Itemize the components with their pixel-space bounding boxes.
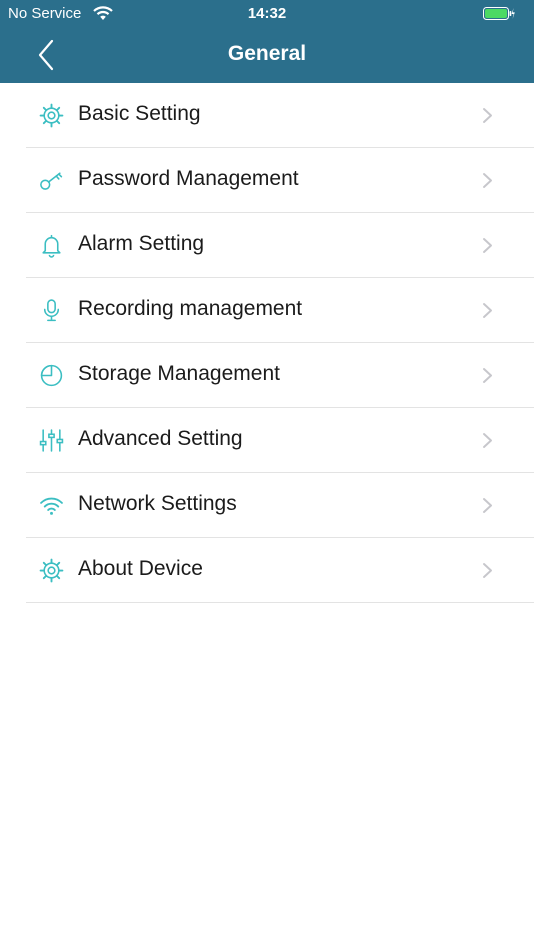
chevron-right-icon <box>483 303 492 318</box>
battery-icon <box>483 7 515 20</box>
menu-item-label: About Device <box>78 557 203 580</box>
menu-item-password-management[interactable]: Password Management <box>26 148 534 213</box>
bell-icon <box>42 234 61 258</box>
status-bar: No Service 14:32 <box>0 0 534 28</box>
chevron-right-icon <box>483 498 492 513</box>
menu-item-basic-setting[interactable]: Basic Setting <box>26 83 534 148</box>
menu-item-storage-management[interactable]: Storage Management <box>26 343 534 408</box>
pie-chart-icon <box>40 364 63 387</box>
clock: 14:32 <box>247 5 287 22</box>
chevron-right-icon <box>483 173 492 188</box>
menu-item-alarm-setting[interactable]: Alarm Setting <box>26 213 534 278</box>
menu-item-label: Basic Setting <box>78 102 201 125</box>
menu-item-label: Password Management <box>78 167 299 190</box>
menu-item-label: Recording management <box>78 297 303 320</box>
menu-item-label: Storage Management <box>78 362 280 385</box>
gear-icon <box>39 558 64 583</box>
menu-item-recording-management[interactable]: Recording management <box>26 278 534 343</box>
wifi-icon <box>40 497 63 515</box>
menu-item-advanced-setting[interactable]: Advanced Setting <box>26 408 534 473</box>
menu-item-label: Alarm Setting <box>78 232 205 255</box>
navigation-bar: General <box>0 28 534 83</box>
sliders-icon <box>39 429 64 452</box>
menu-item-about-device[interactable]: About Device <box>26 538 534 603</box>
chevron-right-icon <box>483 433 492 448</box>
menu-item-network-settings[interactable]: Network Settings <box>26 473 534 538</box>
microphone-icon <box>43 299 60 322</box>
gear-icon <box>39 103 64 128</box>
header-bar: No Service 14:32 General <box>0 0 534 83</box>
chevron-right-icon <box>483 238 492 253</box>
menu-item-label: Advanced Setting <box>78 427 243 450</box>
chevron-right-icon <box>483 368 492 383</box>
chevron-right-icon <box>483 108 492 123</box>
menu-item-label: Network Settings <box>78 492 237 515</box>
page-title: General <box>227 42 307 65</box>
settings-menu-list: Basic Setting Password Management Alarm … <box>0 83 534 603</box>
key-icon <box>40 172 63 190</box>
chevron-right-icon <box>483 563 492 578</box>
